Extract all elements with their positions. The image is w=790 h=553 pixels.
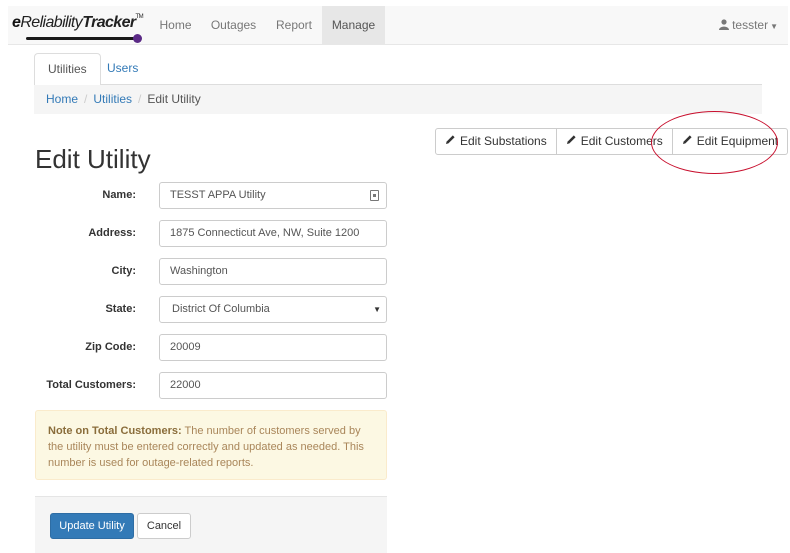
form-row-state: State: District Of Columbia ▼ [34,296,387,323]
person-icon [719,7,730,45]
zip-field[interactable]: 20009 [159,334,387,361]
form-row-address: Address: 1875 Connecticut Ave, NW, Suite… [34,220,387,247]
city-label: City: [111,265,136,277]
state-value: District Of Columbia [172,303,270,315]
select-caret-icon: ▼ [373,305,381,314]
breadcrumb: Home / Utilities / Edit Utility [34,85,762,114]
name-field[interactable]: TESST APPA Utility [159,182,387,209]
form-actions: Update Utility Cancel [35,496,387,553]
user-menu[interactable]: tesster ▼ [719,6,778,44]
form-row-name: Name: TESST APPA Utility [34,182,387,209]
cancel-button[interactable]: Cancel [137,513,191,539]
brand-logo[interactable]: eReliabilityTrackerTM [12,12,150,43]
edit-substations-label: Edit Substations [460,134,547,148]
update-utility-button[interactable]: Update Utility [50,513,134,539]
brand-underline [26,37,136,40]
address-label: Address: [88,227,136,239]
note-title: Note on Total Customers: [48,425,182,437]
total-customers-value: 22000 [170,379,201,391]
total-customers-note: Note on Total Customers: The number of c… [35,410,387,480]
name-value: TESST APPA Utility [170,189,266,201]
form-row-total-customers: Total Customers: 22000 [34,372,387,399]
edit-equipment-button[interactable]: Edit Equipment [671,128,789,155]
zip-value: 20009 [170,341,201,353]
user-name: tesster [732,18,769,32]
address-value: 1875 Connecticut Ave, NW, Suite 1200 [170,227,360,239]
edit-actions-group: Edit Substations Edit Customers Edit Equ… [435,128,789,155]
form-row-zip: Zip Code: 20009 [34,334,387,361]
total-customers-field[interactable]: 22000 [159,372,387,399]
brand-wordmark: eReliabilityTrackerTM [12,14,144,31]
autofill-icon[interactable] [370,190,379,201]
pencil-icon [566,129,577,154]
nav-outages[interactable]: Outages [201,6,266,44]
state-select[interactable]: District Of Columbia ▼ [159,296,387,323]
state-label: State: [105,303,136,315]
breadcrumb-utilities[interactable]: Utilities [93,92,132,106]
manage-tabs: Utilities Users [34,53,762,86]
nav-report[interactable]: Report [266,6,322,44]
page-title: Edit Utility [35,144,151,174]
breadcrumb-current: Edit Utility [147,92,201,106]
address-field[interactable]: 1875 Connecticut Ave, NW, Suite 1200 [159,220,387,247]
brand-dot [133,34,142,43]
city-value: Washington [170,265,228,277]
tab-users[interactable]: Users [94,53,151,85]
edit-customers-button[interactable]: Edit Customers [555,128,673,155]
zip-label: Zip Code: [85,341,136,353]
caret-down-icon: ▼ [770,22,778,31]
breadcrumb-separator: / [84,92,88,106]
tab-utilities[interactable]: Utilities [34,53,101,86]
edit-equipment-label: Edit Equipment [696,134,779,148]
form-row-city: City: Washington [34,258,387,285]
pencil-icon [445,129,456,154]
nav-home[interactable]: Home [150,6,201,44]
total-customers-label: Total Customers: [46,379,136,391]
city-field[interactable]: Washington [159,258,387,285]
breadcrumb-separator: / [138,92,142,106]
nav-manage[interactable]: Manage [322,6,385,44]
breadcrumb-home[interactable]: Home [46,92,78,106]
name-label: Name: [102,189,136,201]
edit-substations-button[interactable]: Edit Substations [435,128,557,155]
edit-customers-label: Edit Customers [580,134,663,148]
top-navbar: eReliabilityTrackerTM Home Outages Repor… [8,6,788,45]
pencil-icon [682,129,693,154]
